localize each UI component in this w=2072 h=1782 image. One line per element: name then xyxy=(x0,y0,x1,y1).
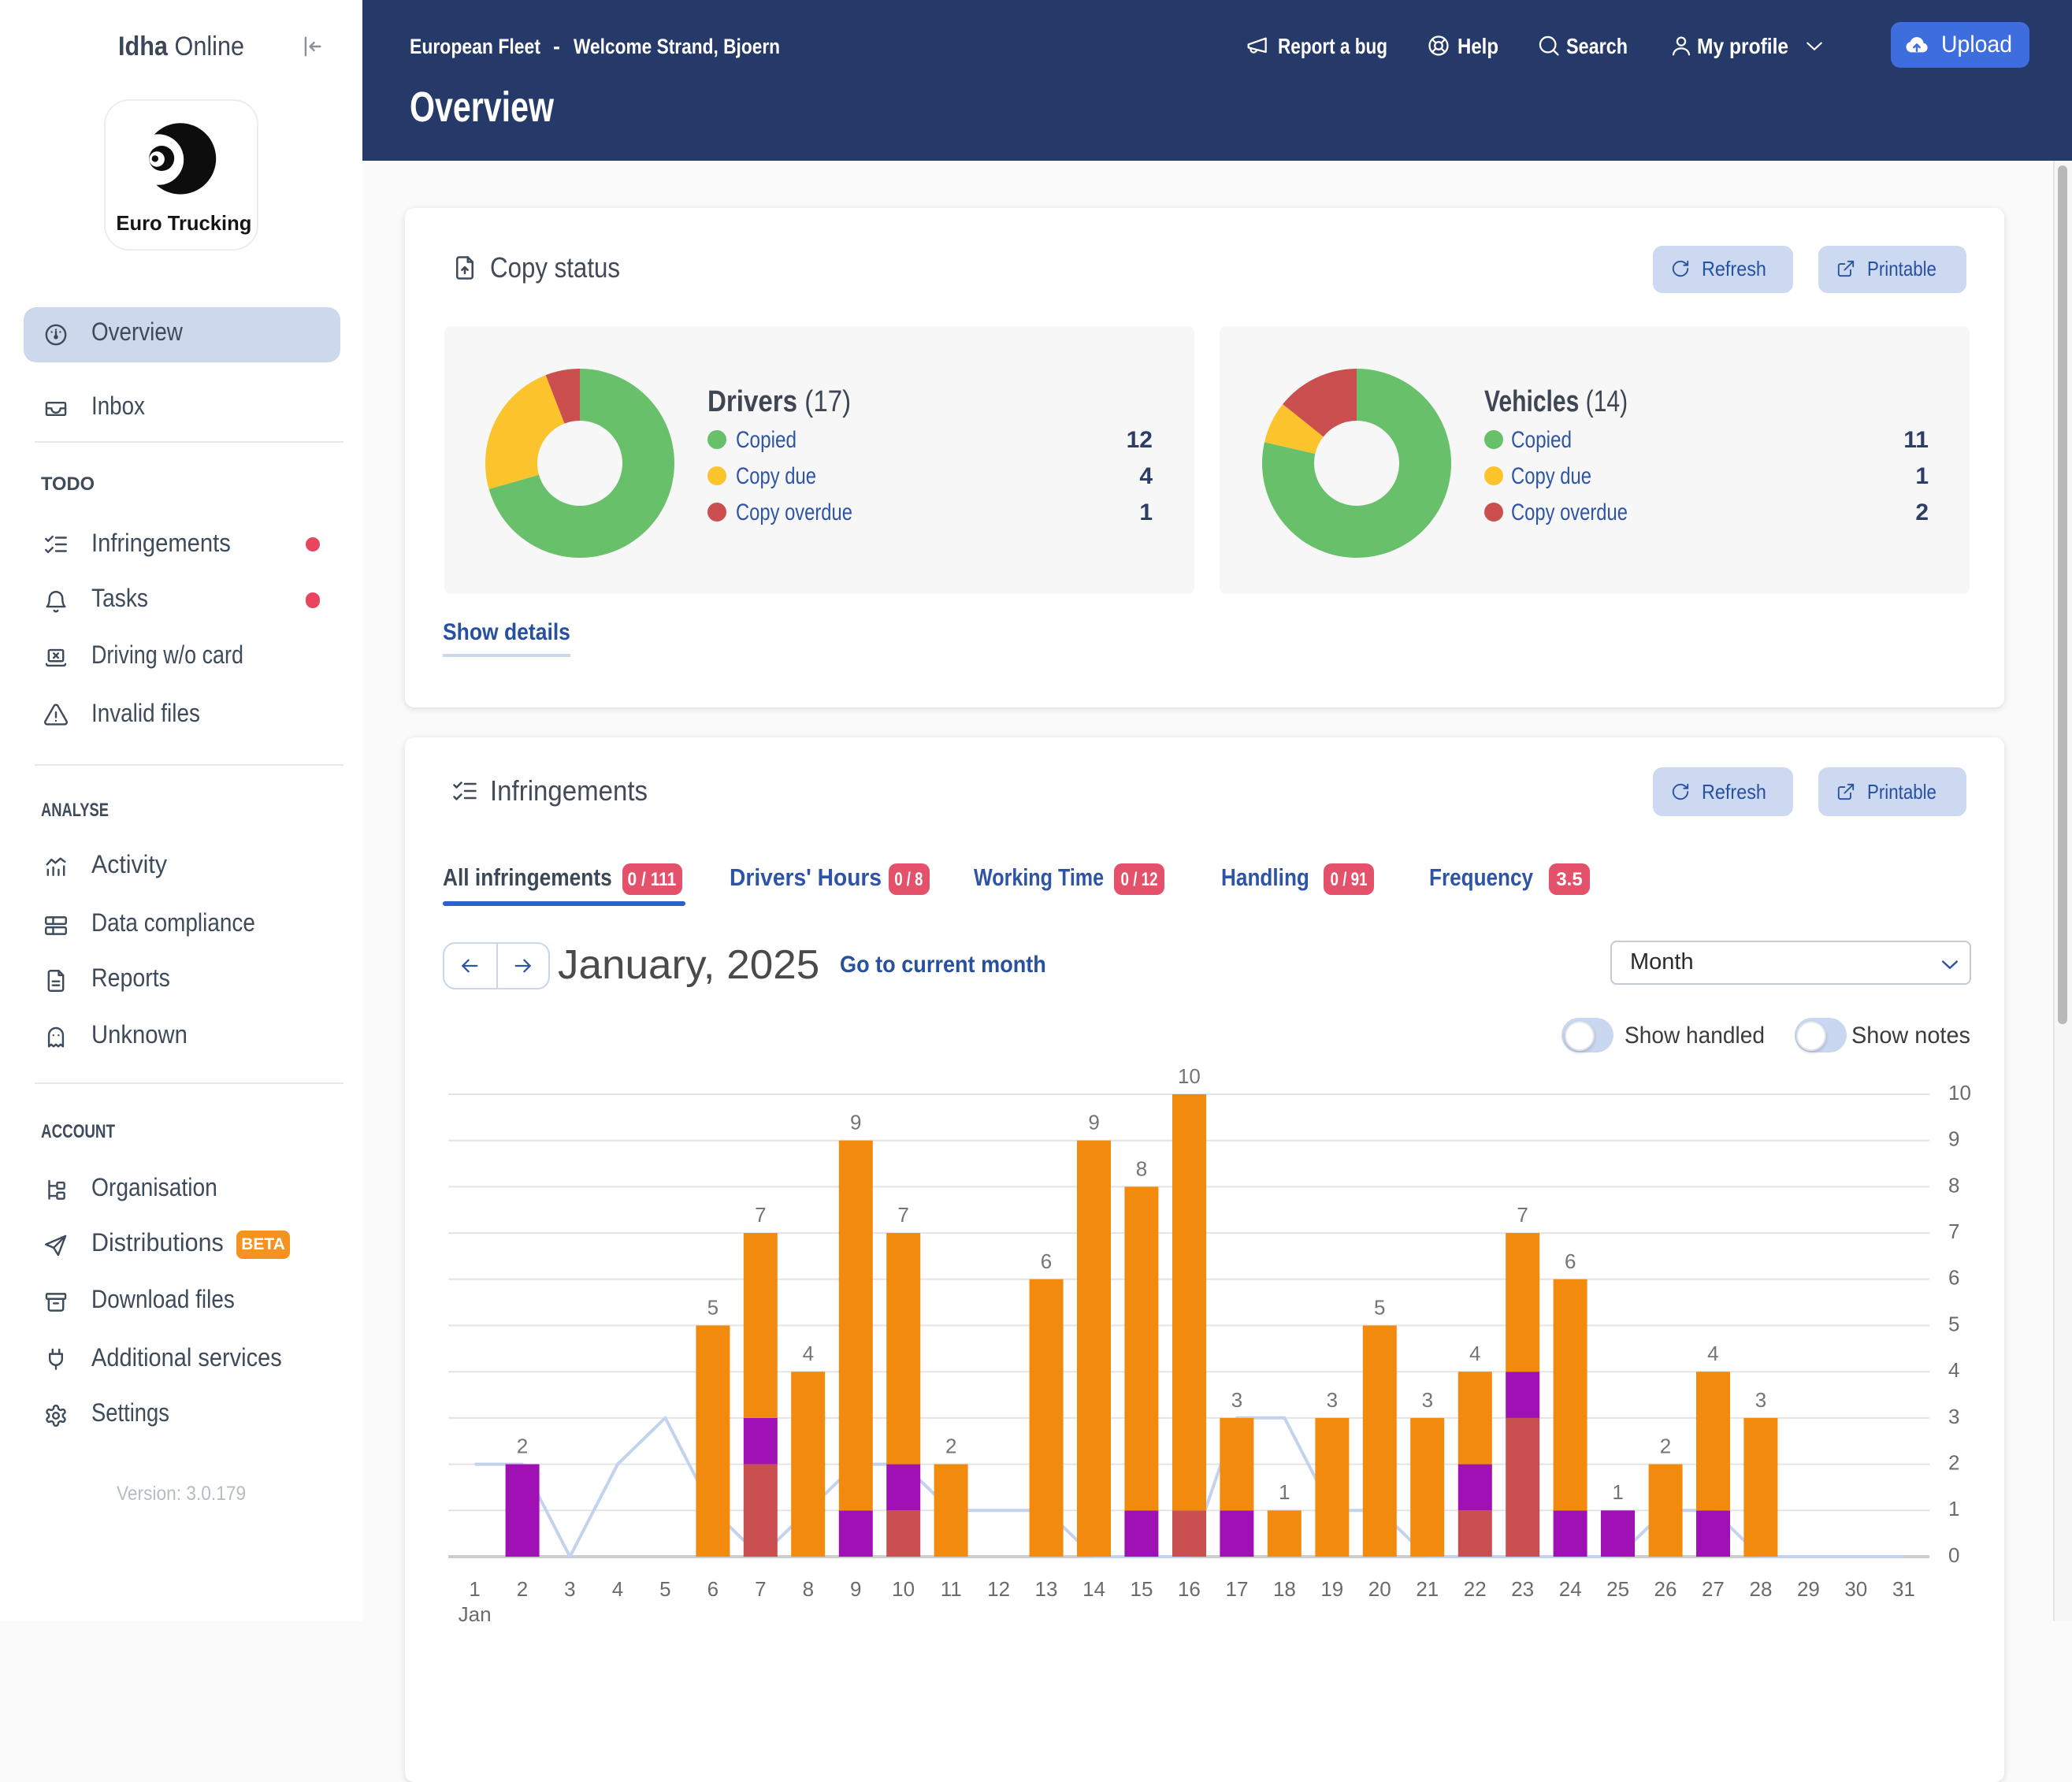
svg-text:2: 2 xyxy=(517,1577,528,1601)
svg-text:4: 4 xyxy=(803,1342,814,1365)
svg-text:5: 5 xyxy=(707,1295,719,1319)
svg-text:9: 9 xyxy=(850,1577,861,1601)
svg-text:0: 0 xyxy=(1948,1543,1959,1567)
svg-text:7: 7 xyxy=(1517,1203,1528,1227)
svg-text:6: 6 xyxy=(1948,1266,1959,1290)
svg-text:16: 16 xyxy=(1178,1577,1201,1601)
svg-text:9: 9 xyxy=(1088,1111,1099,1134)
svg-text:6: 6 xyxy=(1041,1249,1052,1273)
svg-text:10: 10 xyxy=(1178,1064,1201,1088)
svg-text:4: 4 xyxy=(1469,1342,1480,1365)
svg-text:22: 22 xyxy=(1464,1577,1487,1601)
svg-text:8: 8 xyxy=(1948,1173,1959,1197)
svg-text:7: 7 xyxy=(1948,1220,1959,1243)
svg-text:5: 5 xyxy=(1374,1295,1385,1319)
svg-text:3: 3 xyxy=(564,1577,575,1601)
svg-text:3: 3 xyxy=(1327,1388,1338,1412)
svg-text:23: 23 xyxy=(1511,1577,1534,1601)
svg-text:12: 12 xyxy=(987,1577,1010,1601)
svg-text:7: 7 xyxy=(755,1203,766,1227)
svg-text:30: 30 xyxy=(1844,1577,1867,1601)
svg-text:1: 1 xyxy=(1612,1480,1623,1504)
svg-text:17: 17 xyxy=(1226,1577,1249,1601)
svg-text:19: 19 xyxy=(1320,1577,1343,1601)
svg-text:4: 4 xyxy=(612,1577,623,1601)
svg-text:20: 20 xyxy=(1368,1577,1391,1601)
svg-text:3: 3 xyxy=(1948,1405,1959,1428)
svg-text:1: 1 xyxy=(1279,1480,1290,1504)
svg-text:7: 7 xyxy=(897,1203,908,1227)
svg-text:4: 4 xyxy=(1948,1358,1959,1382)
svg-text:7: 7 xyxy=(755,1577,766,1601)
svg-text:14: 14 xyxy=(1082,1577,1105,1601)
svg-text:9: 9 xyxy=(1948,1127,1959,1151)
svg-text:2: 2 xyxy=(1660,1435,1671,1458)
svg-text:9: 9 xyxy=(850,1111,861,1134)
svg-text:3: 3 xyxy=(1231,1388,1242,1412)
svg-text:28: 28 xyxy=(1750,1577,1773,1601)
svg-text:2: 2 xyxy=(517,1435,528,1458)
svg-text:31: 31 xyxy=(1892,1577,1915,1601)
svg-text:26: 26 xyxy=(1654,1577,1677,1601)
svg-text:6: 6 xyxy=(707,1577,719,1601)
svg-text:3: 3 xyxy=(1755,1388,1766,1412)
svg-text:18: 18 xyxy=(1273,1577,1296,1601)
svg-text:21: 21 xyxy=(1416,1577,1439,1601)
svg-text:8: 8 xyxy=(803,1577,814,1601)
svg-text:5: 5 xyxy=(659,1577,670,1601)
svg-text:25: 25 xyxy=(1606,1577,1629,1601)
svg-text:24: 24 xyxy=(1559,1577,1582,1601)
svg-text:2: 2 xyxy=(1948,1450,1959,1474)
svg-text:15: 15 xyxy=(1131,1577,1153,1601)
svg-text:8: 8 xyxy=(1136,1156,1147,1180)
svg-text:10: 10 xyxy=(1948,1081,1971,1104)
svg-text:29: 29 xyxy=(1797,1577,1820,1601)
svg-text:6: 6 xyxy=(1565,1249,1576,1273)
svg-text:2: 2 xyxy=(945,1435,956,1458)
svg-text:10: 10 xyxy=(892,1577,915,1601)
svg-text:1: 1 xyxy=(469,1577,480,1601)
svg-text:Jan: Jan xyxy=(459,1602,492,1626)
svg-text:5: 5 xyxy=(1948,1312,1959,1335)
svg-text:13: 13 xyxy=(1035,1577,1058,1601)
svg-text:11: 11 xyxy=(941,1577,962,1601)
svg-text:4: 4 xyxy=(1707,1342,1718,1365)
svg-text:3: 3 xyxy=(1422,1388,1433,1412)
svg-text:1: 1 xyxy=(1948,1497,1959,1520)
svg-text:27: 27 xyxy=(1702,1577,1725,1601)
